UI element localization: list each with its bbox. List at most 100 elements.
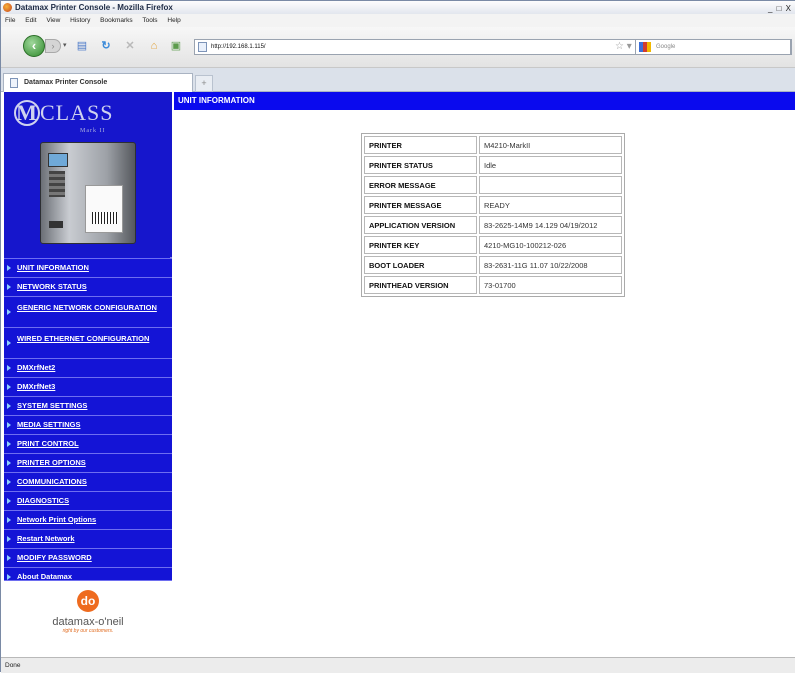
menu-bar: File Edit View History Bookmarks Tools H… <box>1 14 795 27</box>
arrow-icon <box>7 460 11 466</box>
new-tab-button[interactable]: + <box>195 75 213 92</box>
printer-image <box>40 142 136 244</box>
history-dropdown-icon[interactable]: ▾ <box>63 41 67 49</box>
datamax-oneil-logo: do datamax-o'neil right by our customers… <box>4 580 172 657</box>
row-key: PRINTER STATUS <box>364 156 477 174</box>
print-icon[interactable]: ▤ <box>75 39 89 53</box>
tab-datamax-console[interactable]: Datamax Printer Console <box>3 73 193 92</box>
table-row: PRINTHEAD VERSION 73-01700 <box>364 276 622 294</box>
sidebar-item-network-status[interactable]: NETWORK STATUS <box>4 277 172 296</box>
sidebar-item-label: Restart Network <box>17 534 75 543</box>
row-key: BOOT LOADER <box>364 256 477 274</box>
row-key: PRINTHEAD VERSION <box>364 276 477 294</box>
sidebar-item-dmxrfnet3[interactable]: DMXrfNet3 <box>4 377 172 396</box>
navigation-toolbar: ‹ › ▾ ▤ ↻ ✕ ⌂ ▣ http://192.168.1.115/ ☆ … <box>1 27 795 68</box>
search-input[interactable]: Google <box>635 39 791 55</box>
page-icon <box>10 78 18 88</box>
browser-window: Datamax Printer Console - Mozilla Firefo… <box>0 0 795 673</box>
tab-label: Datamax Printer Console <box>24 79 108 86</box>
menu-edit[interactable]: Edit <box>25 17 36 24</box>
row-key: APPLICATION VERSION <box>364 216 477 234</box>
sidebar-item-media-settings[interactable]: MEDIA SETTINGS <box>4 415 172 434</box>
sidebar-item-label: PRINT CONTROL <box>17 439 79 448</box>
sidebar-item-modify-password[interactable]: MODIFY PASSWORD <box>4 548 172 567</box>
sidebar-item-restart-network[interactable]: Restart Network <box>4 529 172 548</box>
unit-info-table: PRINTER M4210-MarkII PRINTER STATUS Idle ERR… <box>361 133 625 297</box>
sidebar-item-label: DMXrfNet3 <box>17 382 56 391</box>
menu-tools[interactable]: Tools <box>142 17 157 24</box>
sidebar-item-label: PRINTER OPTIONS <box>17 458 86 467</box>
arrow-icon <box>7 517 11 523</box>
sidebar-item-label: Network Print Options <box>17 515 97 524</box>
row-key: PRINTER <box>364 136 477 154</box>
row-value: 83-2631-11G 11.07 10/22/2008 <box>479 256 622 274</box>
table-row: BOOT LOADER 83-2631-11G 11.07 10/22/2008 <box>364 256 622 274</box>
sidebar-item-unit-information[interactable]: UNIT INFORMATION <box>4 258 172 277</box>
arrow-icon <box>7 365 11 371</box>
arrow-icon <box>7 265 11 271</box>
reload-icon[interactable]: ↻ <box>99 39 113 53</box>
url-text: http://192.168.1.115/ <box>211 44 266 50</box>
sidebar-item-system-settings[interactable]: SYSTEM SETTINGS <box>4 396 172 415</box>
sidebar-item-label: DIAGNOSTICS <box>17 496 70 505</box>
sidebar-item-label: NETWORK STATUS <box>17 282 87 291</box>
arrow-icon <box>7 403 11 409</box>
sidebar-item-dmxrfnet2[interactable]: DMXrfNet2 <box>4 358 172 377</box>
product-banner: MCLASS Mark II <box>4 92 172 257</box>
sidebar-item-diagnostics[interactable]: DIAGNOSTICS <box>4 491 172 510</box>
menu-history[interactable]: History <box>70 17 90 24</box>
bookmark-add-icon[interactable]: ▣ <box>169 39 183 53</box>
arrow-icon <box>7 309 11 315</box>
mclass-logo: MCLASS Mark II <box>14 100 113 134</box>
sidebar-item-printer-options[interactable]: PRINTER OPTIONS <box>4 453 172 472</box>
search-placeholder: Google <box>656 44 676 50</box>
status-bar: Done <box>1 657 795 673</box>
sidebar-item-label: MEDIA SETTINGS <box>17 420 81 429</box>
sidebar-item-generic-network-configuration[interactable]: GENERIC NETWORK CONFIGURATION <box>4 296 172 327</box>
menu-bookmarks[interactable]: Bookmarks <box>100 17 133 24</box>
page-title: UNIT INFORMATION <box>174 92 795 110</box>
firefox-icon <box>3 3 12 12</box>
sidebar: MCLASS Mark II UNIT INFORMATION NETWORK S… <box>4 92 172 657</box>
table-row: PRINTER M4210-MarkII <box>364 136 622 154</box>
row-key: PRINTER MESSAGE <box>364 196 477 214</box>
sidebar-item-wired-ethernet-configuration[interactable]: WIRED ETHERNET CONFIGURATION <box>4 327 172 358</box>
row-value: 4210-MG10-100212-026 <box>479 236 622 254</box>
row-value: 83-2625-14M9 14.129 04/19/2012 <box>479 216 622 234</box>
sidebar-item-label: SYSTEM SETTINGS <box>17 401 88 410</box>
back-button[interactable]: ‹ <box>23 35 45 57</box>
sidebar-item-communications[interactable]: COMMUNICATIONS <box>4 472 172 491</box>
table-row: PRINTER MESSAGE READY <box>364 196 622 214</box>
sidebar-item-label: GENERIC NETWORK CONFIGURATION <box>17 303 157 312</box>
table-row: PRINTER KEY 4210-MG10-100212-026 <box>364 236 622 254</box>
menu-file[interactable]: File <box>5 17 15 24</box>
table-row: PRINTER STATUS Idle <box>364 156 622 174</box>
sidebar-item-label: WIRED ETHERNET CONFIGURATION <box>17 334 150 343</box>
arrow-icon <box>7 479 11 485</box>
row-value: Idle <box>479 156 622 174</box>
row-key: PRINTER KEY <box>364 236 477 254</box>
sidebar-item-network-print-options[interactable]: Network Print Options <box>4 510 172 529</box>
row-value <box>479 176 622 194</box>
arrow-icon <box>7 284 11 290</box>
menu-help[interactable]: Help <box>167 17 180 24</box>
sidebar-item-label: MODIFY PASSWORD <box>17 553 92 562</box>
sidebar-item-label: UNIT INFORMATION <box>17 263 89 272</box>
arrow-icon <box>7 555 11 561</box>
row-key: ERROR MESSAGE <box>364 176 477 194</box>
arrow-icon <box>7 536 11 542</box>
menu-view[interactable]: View <box>46 17 60 24</box>
row-value: M4210-MarkII <box>479 136 622 154</box>
sidebar-item-print-control[interactable]: PRINT CONTROL <box>4 434 172 453</box>
arrow-icon <box>7 422 11 428</box>
sidebar-item-label: COMMUNICATIONS <box>17 477 87 486</box>
home-icon[interactable]: ⌂ <box>147 39 161 53</box>
forward-button[interactable]: › <box>45 39 61 53</box>
sidebar-item-label: DMXrfNet2 <box>17 363 56 372</box>
stop-icon[interactable]: ✕ <box>123 39 137 53</box>
arrow-icon <box>7 384 11 390</box>
table-row: APPLICATION VERSION 83-2625-14M9 14.129 0… <box>364 216 622 234</box>
status-text: Done <box>5 662 21 669</box>
star-icon[interactable]: ☆ ▾ <box>615 41 632 52</box>
row-value: READY <box>479 196 622 214</box>
